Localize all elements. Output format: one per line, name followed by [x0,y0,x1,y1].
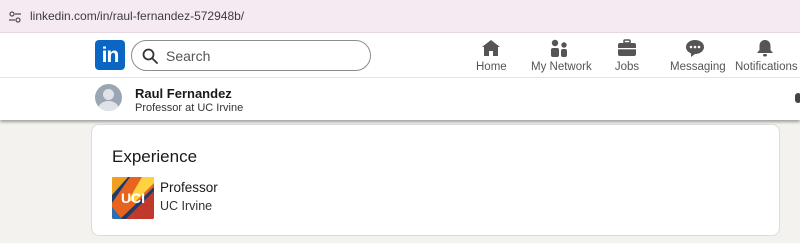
search-icon [142,48,158,64]
avatar[interactable] [95,84,122,111]
profile-sticky-header: Raul Fernandez Professor at UC Irvine [0,78,800,120]
briefcase-icon [618,39,636,56]
nav-item-label: Home [476,61,507,73]
home-icon [482,40,500,56]
profile-name: Raul Fernandez [135,86,232,101]
browser-address-bar[interactable]: linkedin.com/in/raul-fernandez-572948b/ [0,0,800,33]
network-icon [551,39,567,57]
avatar-body-shape [98,101,119,111]
nav-item-label: My Network [531,61,592,73]
nav-item-jobs[interactable]: Jobs [613,38,641,73]
uci-logo[interactable]: UCI [112,177,154,219]
job-title[interactable]: Professor [160,180,218,195]
experience-section: Experience UCI Professor UC Irvine [91,124,780,236]
section-heading: Experience [112,147,198,166]
nav-item-my-network[interactable]: My Network [531,38,592,73]
uci-logo-text: UCI [121,190,145,206]
nav-item-label: Jobs [614,61,640,73]
url-text[interactable]: linkedin.com/in/raul-fernandez-572948b/ [30,9,244,23]
messaging-icon [686,40,704,57]
avatar-head-shape [103,89,114,100]
company-name[interactable]: UC Irvine [160,199,212,213]
bell-icon [757,40,773,57]
nav-item-notifications[interactable]: Notifications [735,38,798,73]
profile-headline: Professor at UC Irvine [135,102,244,114]
nav-item-home[interactable]: Home [476,38,507,73]
nav-item-label: Notifications [735,61,798,73]
tune-icon[interactable] [8,10,22,24]
global-nav: in Home My Network Jobs [0,33,800,78]
nav-item-label: Messaging [670,61,726,73]
search-box[interactable] [131,40,371,71]
search-input[interactable] [166,46,356,66]
nav-item-messaging[interactable]: Messaging [670,38,726,73]
linkedin-logo[interactable]: in [95,40,125,70]
more-actions-icon[interactable] [795,93,800,103]
